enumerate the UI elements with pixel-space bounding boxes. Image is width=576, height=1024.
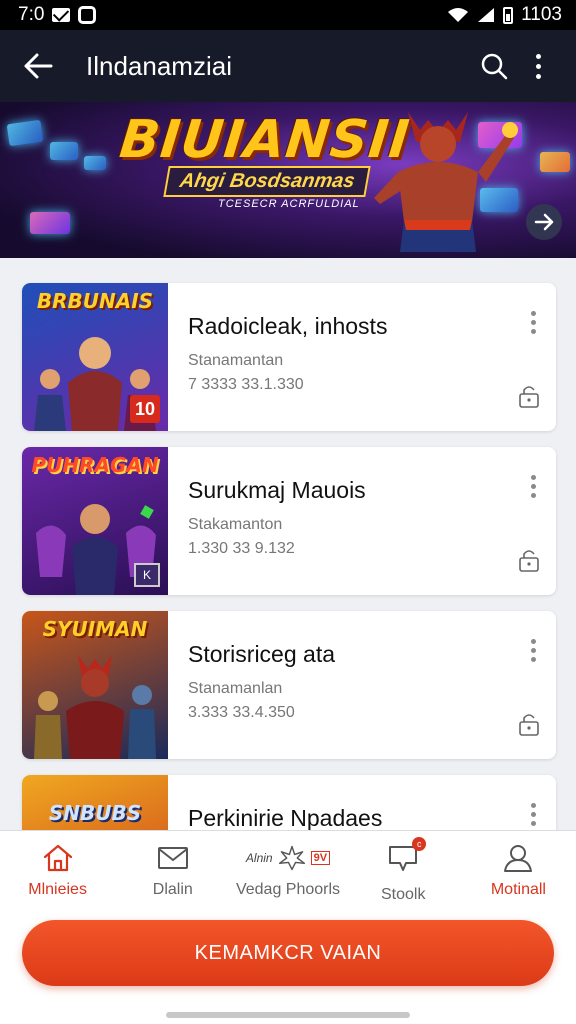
search-icon bbox=[481, 53, 508, 80]
nav-item-store[interactable]: c Stoolk bbox=[346, 831, 461, 916]
fighter-character-illustration bbox=[374, 112, 518, 252]
lock-icon[interactable] bbox=[516, 711, 542, 737]
lock-icon[interactable] bbox=[516, 547, 542, 573]
sparkle-icon bbox=[278, 845, 305, 871]
nav-badge: 9V bbox=[310, 851, 331, 865]
card-info: Surukmaj Mauois Stakamanton 1.330 33 9.1… bbox=[168, 447, 556, 595]
card-thumbnail: BRBUNAIS 10 bbox=[22, 283, 168, 431]
chat-icon-wrap: c bbox=[386, 837, 427, 878]
bottom-navigation: Mlnieies Dlalin Alnin 9V Vedag Phoorls c… bbox=[0, 830, 576, 916]
search-button[interactable] bbox=[472, 44, 516, 88]
card-thumbnail: SYUIMAN bbox=[22, 611, 168, 759]
card-title: Storisriceg ata bbox=[188, 641, 336, 667]
featured-banner[interactable]: BIUIANSII Ahgi Bosdsanmas TCESECR ACRFUL… bbox=[0, 102, 576, 258]
thumbnail-art bbox=[34, 655, 156, 759]
notification-dot: c bbox=[412, 837, 427, 851]
list-item[interactable]: BRBUNAIS 10 Radoicleak, inhosts Stanaman… bbox=[22, 283, 556, 431]
nav-featured-icons: Alnin 9V bbox=[245, 843, 331, 873]
app-bar: Ilndanamziai bbox=[0, 30, 576, 102]
card-subtitle: Stanamantan bbox=[188, 352, 284, 369]
mail-notification-icon bbox=[52, 8, 71, 22]
primary-action-button[interactable]: KEMAMKCR VAIAN bbox=[22, 920, 554, 986]
nav-item-profile[interactable]: Motinall bbox=[461, 831, 576, 916]
card-subtitle: Stanamanlan bbox=[188, 680, 283, 697]
nav-label: Stoolk bbox=[380, 886, 426, 903]
card-thumbnail: SNBUBS bbox=[22, 775, 168, 830]
nav-script-text: Alnin bbox=[245, 851, 273, 865]
back-arrow-icon bbox=[24, 53, 53, 79]
card-more-icon[interactable] bbox=[531, 639, 536, 662]
card-info: Perkinirie Npadaes bbox=[168, 775, 556, 830]
mail-icon bbox=[157, 847, 188, 869]
card-more-icon[interactable] bbox=[531, 803, 536, 826]
thumbnail-title: SNBUBS bbox=[48, 801, 142, 825]
game-list: BRBUNAIS 10 Radoicleak, inhosts Stanaman… bbox=[0, 258, 576, 830]
nav-label: Mlnieies bbox=[28, 881, 87, 898]
nav-item-mail[interactable]: Dlalin bbox=[115, 831, 230, 916]
rating-badge: 10 bbox=[130, 395, 160, 423]
banner-subtitle: Ahgi Bosdsanmas bbox=[163, 166, 372, 197]
lock-icon[interactable] bbox=[516, 383, 542, 409]
status-left: 7:0 bbox=[18, 4, 97, 26]
nav-label: Dlalin bbox=[152, 881, 193, 898]
card-thumbnail: PUHRAGAN K bbox=[22, 447, 168, 595]
profile-icon bbox=[504, 845, 533, 872]
list-item[interactable]: SNBUBS Perkinirie Npadaes bbox=[22, 775, 556, 830]
card-title: Perkinirie Npadaes bbox=[188, 805, 383, 830]
card-more-icon[interactable] bbox=[531, 475, 536, 498]
card-info: Radoicleak, inhosts Stanamantan 7 3333 3… bbox=[168, 283, 556, 431]
overflow-menu-button[interactable] bbox=[516, 44, 560, 88]
page-title: Ilndanamziai bbox=[86, 50, 232, 81]
battery-icon bbox=[503, 6, 514, 24]
list-item[interactable]: PUHRAGAN K Surukmaj Mauois Stakamanton 1… bbox=[22, 447, 556, 595]
card-subtitle: Stakamanton bbox=[188, 516, 283, 533]
banner-next-button[interactable] bbox=[526, 204, 562, 240]
card-meta: 3.333 33.4.350 bbox=[188, 704, 295, 721]
cta-area: KEMAMKCR VAIAN bbox=[0, 916, 576, 1024]
arrow-right-icon bbox=[534, 213, 554, 231]
home-icon bbox=[43, 844, 72, 872]
card-more-icon[interactable] bbox=[531, 311, 536, 334]
signal-icon bbox=[478, 8, 495, 22]
home-indicator[interactable] bbox=[166, 1012, 410, 1018]
status-bar: 7:0 1103 bbox=[0, 0, 576, 30]
rating-badge: K bbox=[134, 563, 160, 587]
app-notification-icon bbox=[78, 6, 97, 24]
more-vert-icon bbox=[535, 53, 541, 79]
card-title: Surukmaj Mauois bbox=[188, 477, 366, 503]
nav-item-home[interactable]: Mlnieies bbox=[0, 831, 115, 916]
list-item[interactable]: SYUIMAN Storisriceg ata Stanamanlan 3.33… bbox=[22, 611, 556, 759]
card-meta: 1.330 33 9.132 bbox=[188, 540, 295, 557]
nav-label: Motinall bbox=[490, 881, 546, 898]
nav-label: Vedag Phoorls bbox=[235, 881, 341, 898]
status-time: 7:0 bbox=[18, 4, 45, 25]
wifi-icon bbox=[448, 8, 469, 22]
nav-item-featured[interactable]: Alnin 9V Vedag Phoorls bbox=[230, 831, 345, 916]
card-meta: 7 3333 33.1.330 bbox=[188, 376, 304, 393]
card-title: Radoicleak, inhosts bbox=[188, 313, 388, 339]
status-clock: 1103 bbox=[521, 4, 562, 25]
status-right: 1103 bbox=[447, 4, 562, 26]
back-button[interactable] bbox=[16, 44, 60, 88]
banner-tagline: TCESECR ACRFULDIAL bbox=[218, 198, 360, 210]
card-info: Storisriceg ata Stanamanlan 3.333 33.4.3… bbox=[168, 611, 556, 759]
